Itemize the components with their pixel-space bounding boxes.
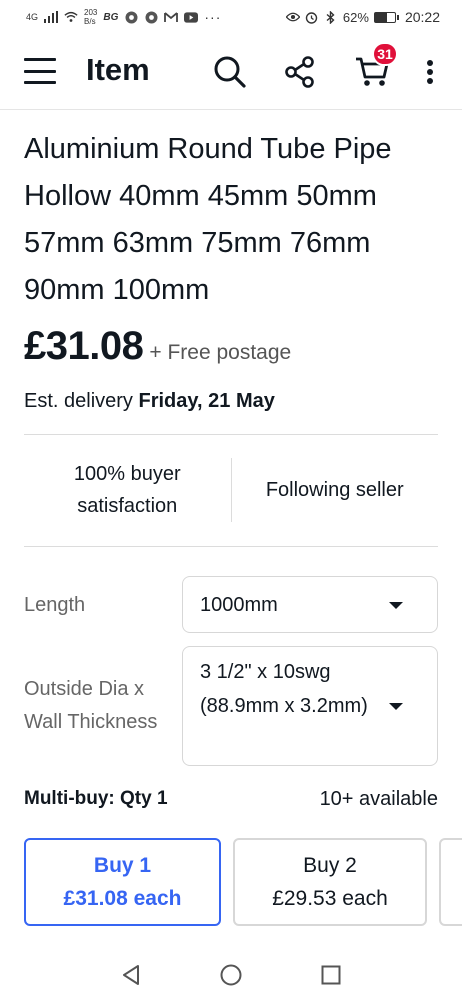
cart-button[interactable]: 31 [350, 42, 398, 94]
chevron-down-icon [389, 703, 403, 710]
battery-percent: 62% [342, 9, 369, 25]
status-right: 62% 20:22 [285, 9, 440, 25]
multibuy-label: Multi-buy: Qty 1 [24, 788, 168, 809]
wifi-icon [64, 10, 78, 24]
more-vert-icon[interactable] [408, 50, 452, 94]
buy-2-qty: Buy 2 [303, 854, 357, 877]
network-speed: 203 B/s [84, 8, 97, 26]
buy-1-qty: Buy 1 [93, 854, 152, 877]
chrome-icon-2 [144, 10, 158, 24]
menu-icon[interactable] [24, 58, 56, 84]
buy-2-price: £29.53 each [272, 887, 388, 910]
length-value: 1000mm [200, 594, 278, 616]
cart-count-badge: 31 [372, 42, 398, 66]
postage-text: + Free postage [149, 341, 292, 364]
battery-level [374, 12, 388, 22]
signal-icon [44, 10, 59, 24]
length-label: Length [24, 594, 86, 616]
speed-value: 203 [84, 8, 98, 17]
seller-info: 100% buyer satisfaction Following seller [24, 450, 438, 530]
gmail-icon [164, 10, 179, 24]
status-bar: 4G 203 B/s BG ··· 62% 20:22 [0, 0, 462, 34]
search-icon[interactable] [208, 50, 252, 94]
buy-2-option[interactable]: Buy 2 £29.53 each [233, 838, 427, 926]
buy-more-option[interactable] [439, 838, 462, 926]
bluetooth-icon [324, 10, 338, 24]
delivery-prefix: Est. delivery [24, 390, 133, 412]
app-bar: Item 31 [0, 34, 462, 110]
home-icon[interactable] [219, 963, 243, 987]
carrier-tag: BG [103, 11, 119, 23]
speed-unit: B/s [84, 17, 96, 26]
chevron-down-icon [389, 602, 403, 609]
youtube-icon [184, 10, 199, 24]
available-quantity: 10+ available [319, 788, 438, 810]
recents-icon[interactable] [319, 963, 343, 987]
satisfaction-text: 100% buyer satisfaction [73, 463, 181, 517]
buyer-satisfaction: 100% buyer satisfaction [24, 450, 231, 530]
product-price: £31.08 [24, 324, 144, 368]
outside-dia-label: Outside Dia x Wall Thickness [24, 678, 158, 733]
alarm-icon [305, 10, 319, 24]
buy-1-price: £31.08 each [63, 887, 182, 910]
delivery-estimate: Est. delivery Friday, 21 May [24, 390, 275, 413]
price-row: £31.08 + Free postage [24, 324, 291, 369]
network-indicator: 4G [26, 11, 39, 22]
following-seller-label: Following seller [265, 479, 404, 501]
length-select[interactable]: 1000mm [182, 576, 438, 633]
outside-dia-select[interactable]: 3 1/2" x 10swg (88.9mm x 3.2mm) [182, 646, 438, 766]
delivery-date: Friday, 21 May [138, 390, 275, 412]
more-notifications-indicator: ··· [204, 9, 222, 25]
share-icon[interactable] [278, 50, 322, 94]
divider [24, 546, 438, 547]
back-icon[interactable] [119, 963, 143, 987]
status-left: 4G 203 B/s BG ··· [26, 8, 221, 26]
clock: 20:22 [404, 9, 440, 25]
buy-1-option[interactable]: Buy 1 £31.08 each [24, 838, 221, 926]
following-seller-button[interactable]: Following seller [232, 450, 439, 530]
chrome-icon [124, 10, 138, 24]
system-nav-bar [0, 950, 462, 1000]
eye-icon [285, 10, 300, 24]
page-title: Item [86, 52, 150, 87]
product-title: Aluminium Round Tube Pipe Hollow 40mm 45… [24, 133, 392, 306]
divider [24, 434, 438, 435]
outside-dia-value: 3 1/2" x 10swg (88.9mm x 3.2mm) [200, 661, 368, 717]
battery-icon [373, 11, 399, 23]
